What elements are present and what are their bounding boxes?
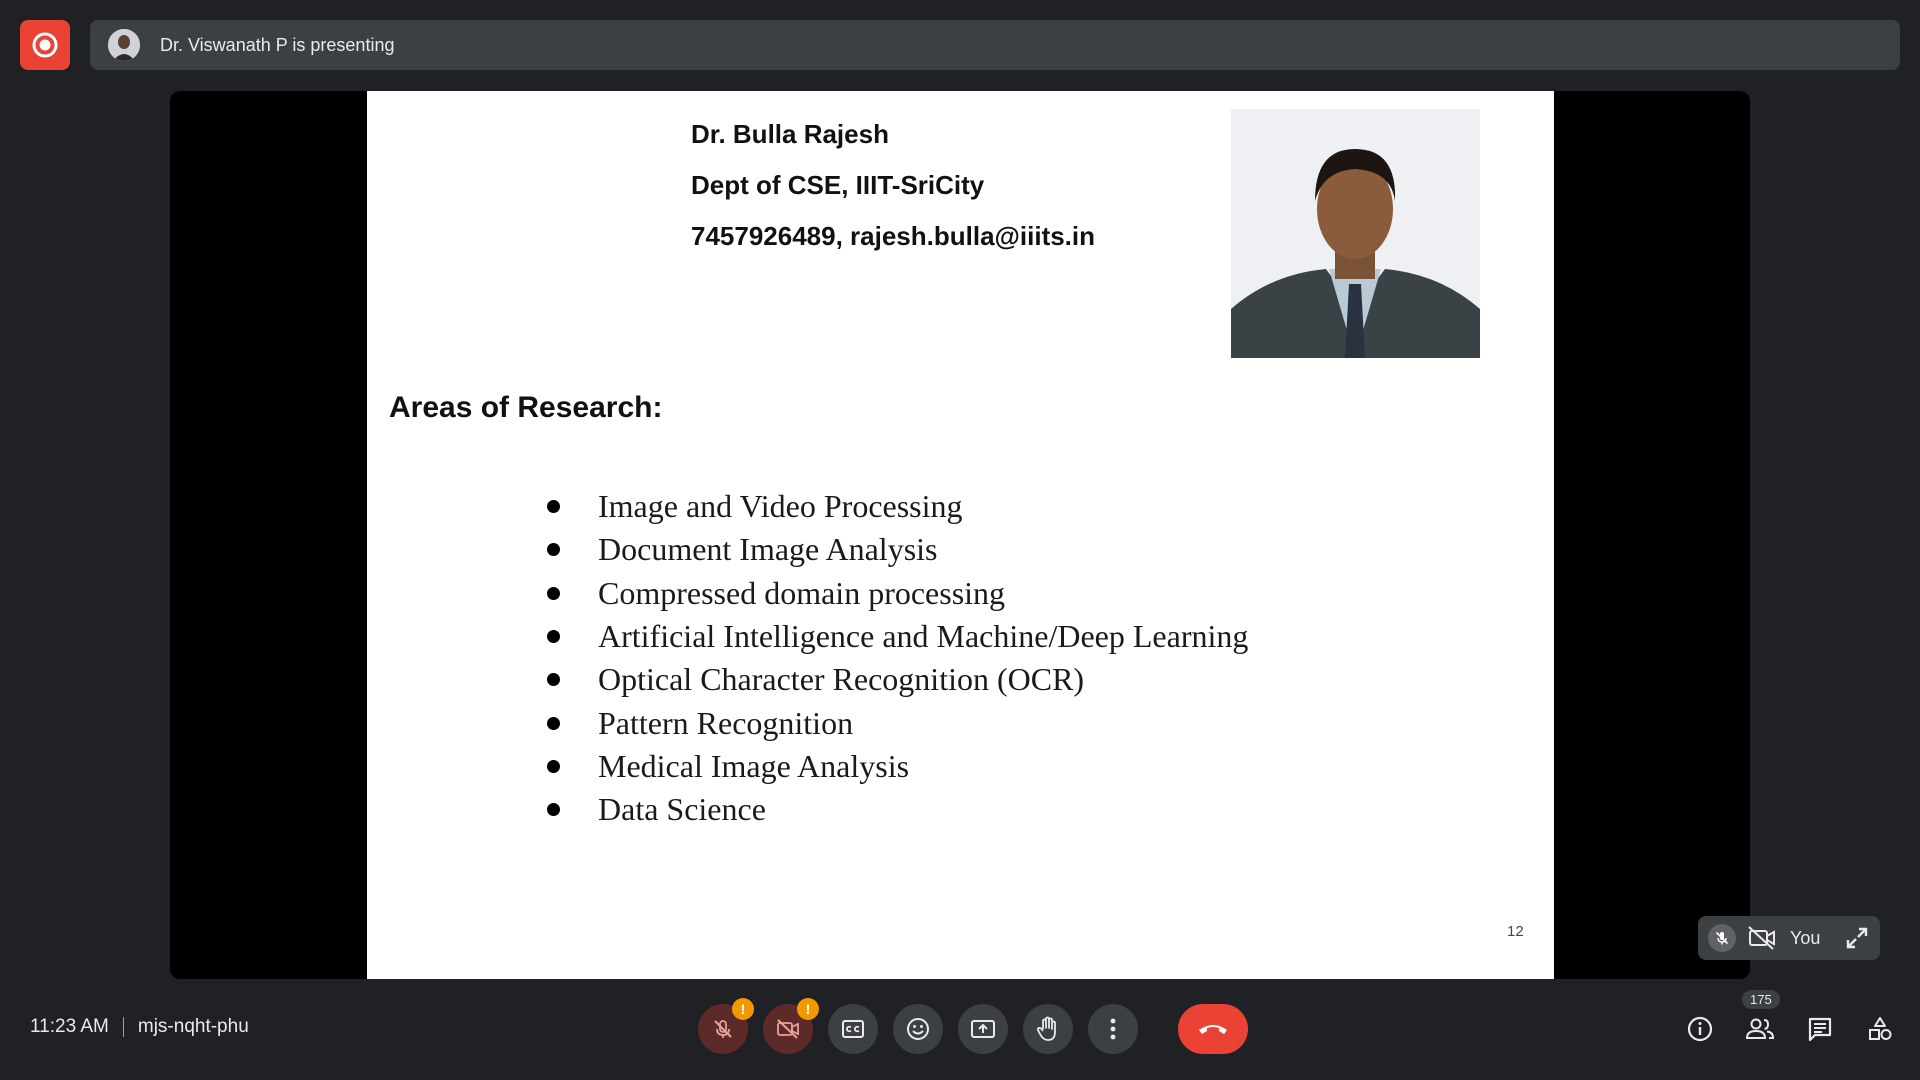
list-item: Compressed domain processing: [547, 572, 1248, 615]
microphone-button[interactable]: !: [698, 998, 754, 1054]
emoji-icon: [907, 1018, 929, 1040]
clock-time: 11:23 AM: [30, 1016, 109, 1037]
contact-name: Dr. Bulla Rajesh: [691, 119, 889, 149]
chat-icon: [1808, 1017, 1832, 1042]
contact-dept: Dept of CSE, IIIT-SriCity: [691, 170, 985, 200]
warning-badge: !: [797, 998, 819, 1020]
list-item: Image and Video Processing: [547, 485, 1248, 528]
hand-icon: [1036, 1016, 1056, 1041]
people-icon: [1745, 1018, 1775, 1039]
people-button[interactable]: 175: [1730, 990, 1790, 1054]
chat-button[interactable]: [1790, 1004, 1850, 1054]
mic-off-icon: [1708, 924, 1736, 952]
presenting-label: Dr. Viswanath P is presenting: [160, 34, 395, 55]
meeting-info: 11:23 AM mjs-nqht-phu: [30, 1016, 249, 1038]
research-areas-list: Image and Video Processing Document Imag…: [547, 485, 1248, 831]
participant-count-badge: 175: [1742, 990, 1780, 1009]
present-screen-icon: [971, 1020, 995, 1038]
recording-indicator[interactable]: [20, 20, 70, 70]
areas-heading: Areas of Research:: [389, 391, 663, 424]
record-icon: [32, 32, 58, 58]
bullet-icon: [547, 673, 560, 687]
reactions-button[interactable]: [893, 1004, 943, 1054]
activities-icon: [1869, 1017, 1892, 1040]
list-item: Pattern Recognition: [547, 701, 1248, 744]
more-vert-icon: [1110, 1018, 1116, 1040]
closed-captions-icon: [842, 1020, 864, 1038]
camera-off-icon: [1748, 926, 1776, 950]
hang-up-icon: [1199, 1025, 1227, 1034]
self-view-tile[interactable]: You: [1698, 916, 1880, 960]
call-controls: ! !: [698, 998, 1248, 1054]
profile-photo: [1231, 109, 1480, 358]
activities-button[interactable]: [1850, 1004, 1910, 1054]
list-item: Data Science: [547, 788, 1248, 831]
info-icon: [1687, 1016, 1713, 1042]
bullet-icon: [547, 630, 560, 644]
bullet-icon: [547, 803, 560, 817]
list-item: Optical Character Recognition (OCR): [547, 658, 1248, 701]
warning-badge: !: [732, 998, 754, 1020]
present-screen-button[interactable]: [958, 1004, 1008, 1054]
camera-button[interactable]: !: [763, 998, 819, 1054]
expand-icon[interactable]: [1846, 927, 1868, 949]
list-item: Medical Image Analysis: [547, 745, 1248, 788]
meeting-details-button[interactable]: [1670, 1004, 1730, 1054]
list-item: Artificial Intelligence and Machine/Deep…: [547, 615, 1248, 658]
bullet-icon: [547, 586, 560, 600]
raise-hand-button[interactable]: [1023, 1004, 1073, 1054]
bullet-icon: [547, 716, 560, 730]
presenter-bar: Dr. Viswanath P is presenting: [90, 20, 1900, 70]
list-item: Document Image Analysis: [547, 528, 1248, 571]
self-view-label: You: [1790, 927, 1821, 948]
slide-page-number: 12: [1507, 923, 1524, 940]
divider: [122, 1017, 124, 1037]
meeting-code: mjs-nqht-phu: [137, 1016, 249, 1037]
more-options-button[interactable]: [1088, 1004, 1138, 1054]
side-panel-tools: 175: [1670, 990, 1910, 1054]
presenter-avatar: [108, 29, 140, 61]
shared-slide: Dr. Bulla Rajesh Dept of CSE, IIIT-SriCi…: [367, 91, 1554, 979]
bullet-icon: [547, 543, 560, 557]
captions-button[interactable]: [828, 1004, 878, 1054]
camera-off-icon: [777, 1019, 799, 1039]
contact-phone-email: 7457926489, rajesh.bulla@iiits.in: [691, 221, 1096, 251]
bullet-icon: [547, 759, 560, 773]
leave-call-button[interactable]: [1178, 1004, 1248, 1054]
contact-block: Dr. Bulla Rajesh Dept of CSE, IIIT-SriCi…: [691, 119, 1095, 272]
bullet-icon: [547, 500, 560, 514]
presentation-stage: Dr. Bulla Rajesh Dept of CSE, IIIT-SriCi…: [170, 91, 1750, 979]
mic-off-icon: [714, 1020, 732, 1038]
